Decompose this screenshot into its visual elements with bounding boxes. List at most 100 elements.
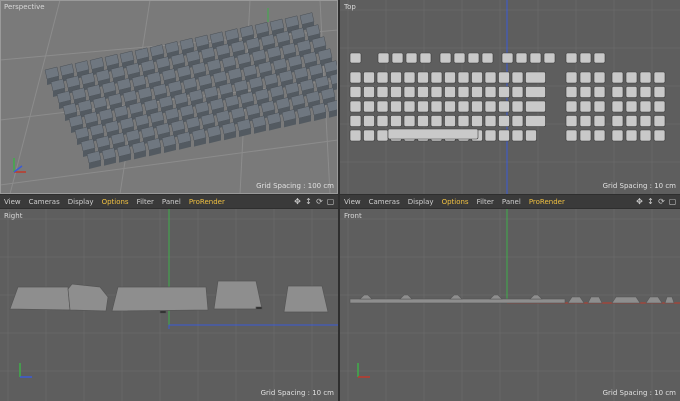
- keycap: [377, 52, 390, 64]
- keycap: [430, 71, 443, 84]
- keycap: [625, 86, 638, 98]
- right-scene: [0, 209, 338, 401]
- keycap: [403, 115, 416, 127]
- keycap: [611, 71, 624, 84]
- keycap: [390, 86, 402, 98]
- keycap: [653, 115, 666, 127]
- menu-options[interactable]: Options: [438, 198, 473, 206]
- pan-arrows-icon[interactable]: ↕: [304, 196, 313, 206]
- keycap: [419, 52, 432, 64]
- keycap: [471, 115, 483, 127]
- keycap: [579, 100, 592, 113]
- keycap: [484, 100, 497, 113]
- keycap: [206, 125, 222, 144]
- menu-prorender[interactable]: ProRender: [185, 198, 229, 206]
- keycap: [403, 100, 416, 113]
- keycap: [457, 100, 470, 113]
- right-viewport[interactable]: Right Grid Spacing : 10 cm: [0, 209, 338, 401]
- front-scene: [340, 209, 680, 401]
- keycap: [565, 129, 578, 142]
- menu-view[interactable]: View: [0, 198, 25, 206]
- perspective-viewport[interactable]: Perspective Grid Spacing : 100 cm: [0, 0, 338, 194]
- menu-cameras[interactable]: Cameras: [365, 198, 404, 206]
- grid-spacing-label: Grid Spacing : 100 cm: [256, 182, 334, 190]
- keycap: [329, 73, 338, 91]
- move-icon[interactable]: ✥: [635, 196, 644, 206]
- keycap: [161, 134, 177, 153]
- menu-options[interactable]: Options: [98, 198, 133, 206]
- pan-arrows-icon[interactable]: ↕: [646, 196, 655, 206]
- keycap: [453, 52, 466, 64]
- keycap: [511, 86, 524, 98]
- grid-spacing-label: Grid Spacing : 10 cm: [602, 389, 676, 397]
- menu-prorender[interactable]: ProRender: [525, 198, 569, 206]
- keycap: [146, 137, 162, 157]
- menu-filter[interactable]: Filter: [473, 198, 498, 206]
- keycap: [471, 86, 483, 98]
- menu-display[interactable]: Display: [404, 198, 438, 206]
- keycap: [525, 100, 546, 113]
- keycap: [593, 115, 606, 127]
- keycap: [349, 115, 362, 127]
- menu-cameras[interactable]: Cameras: [25, 198, 64, 206]
- keycap: [387, 128, 479, 140]
- keycap: [593, 86, 606, 98]
- keycap: [363, 71, 375, 84]
- keycap: [444, 71, 456, 84]
- keycap: [326, 99, 338, 118]
- keycap: [417, 100, 429, 113]
- keycap: [296, 105, 312, 125]
- keycap: [639, 129, 652, 142]
- keycap: [625, 129, 638, 142]
- keycap: [430, 115, 443, 127]
- move-icon[interactable]: ✥: [293, 196, 302, 206]
- keycap: [653, 129, 666, 142]
- keycap: [481, 52, 494, 64]
- menu-view[interactable]: View: [340, 198, 365, 206]
- menu-panel[interactable]: Panel: [498, 198, 525, 206]
- viewport-label: Right: [4, 212, 23, 220]
- keycap: [390, 100, 402, 113]
- keycap: [363, 100, 375, 113]
- keycap: [311, 102, 327, 121]
- rotate-icon[interactable]: ⟳: [657, 196, 666, 206]
- viewport-menu-bar-front: View Cameras Display Options Filter Pane…: [340, 195, 680, 208]
- axis-gizmo: [357, 363, 370, 378]
- keycap: [439, 52, 452, 64]
- keycap: [376, 86, 389, 98]
- keycap: [543, 52, 556, 64]
- keycap: [376, 71, 389, 84]
- top-viewport[interactable]: Top Grid Spacing : 10 cm: [340, 0, 680, 194]
- keycap: [390, 115, 402, 127]
- keycap: [101, 147, 117, 166]
- keycap: [653, 100, 666, 113]
- keycap: [498, 100, 510, 113]
- keycap: [471, 71, 483, 84]
- keycap: [363, 115, 375, 127]
- keycap: [221, 121, 237, 141]
- front-viewport[interactable]: Front Grid Spacing : 10 cm: [340, 209, 680, 401]
- keycap: [417, 86, 429, 98]
- maximize-icon[interactable]: ▢: [668, 196, 677, 206]
- keycap: [525, 115, 546, 127]
- menu-panel[interactable]: Panel: [158, 198, 185, 206]
- keycap: [529, 52, 542, 64]
- keycap: [444, 100, 456, 113]
- keycap: [501, 52, 514, 64]
- maximize-icon[interactable]: ▢: [326, 196, 335, 206]
- keycap: [376, 100, 389, 113]
- keycap: [457, 115, 470, 127]
- keycap: [515, 52, 528, 64]
- keycap: [266, 112, 282, 131]
- keycap: [467, 52, 480, 64]
- keycap: [417, 115, 429, 127]
- keycap: [390, 71, 402, 84]
- keycap: [579, 129, 592, 142]
- menu-display[interactable]: Display: [64, 198, 98, 206]
- menu-filter[interactable]: Filter: [133, 198, 158, 206]
- rotate-icon[interactable]: ⟳: [315, 196, 324, 206]
- keycap: [653, 71, 666, 84]
- keycap: [525, 86, 546, 98]
- keycap: [639, 115, 652, 127]
- keycap: [376, 115, 389, 127]
